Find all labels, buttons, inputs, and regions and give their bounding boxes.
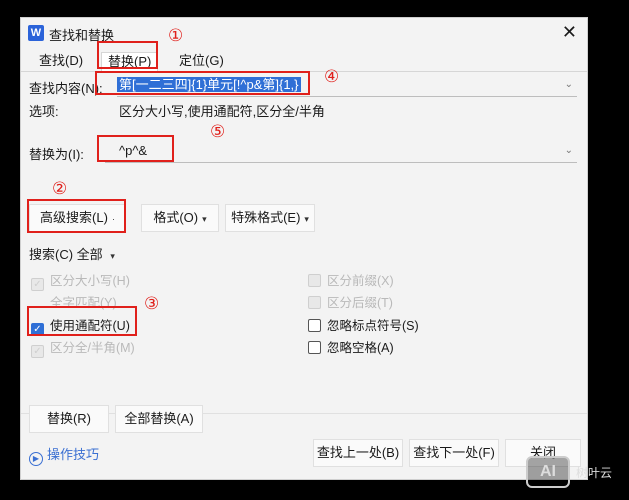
replace-input[interactable]: ^p^& ⌄ xyxy=(105,139,577,163)
ignore-punct-label: 忽略标点符号(S) xyxy=(327,319,419,333)
close-icon[interactable]: ✕ xyxy=(562,22,577,42)
search-scope[interactable]: 搜索(C) 全部 ▾ xyxy=(29,244,115,263)
find-next-button[interactable]: 查找下一处(F) xyxy=(409,439,499,467)
search-value: 全部 xyxy=(76,247,103,262)
annotation-number-1: ① xyxy=(168,26,184,45)
format-button[interactable]: 格式(O) ▾ xyxy=(141,204,219,232)
replace-all-button[interactable]: 全部替换(A) xyxy=(115,405,203,433)
find-label: 查找内容(N): xyxy=(29,81,103,96)
tips-link[interactable]: ▶ 操作技巧 xyxy=(29,444,99,466)
prefix-checkbox[interactable]: 区分前缀(X) xyxy=(308,270,394,289)
annotation-box-replace xyxy=(97,135,174,162)
ignore-space-checkbox[interactable]: 忽略空格(A) xyxy=(308,337,394,356)
caret-down-icon: ▾ xyxy=(304,214,309,224)
tab-goto[interactable]: 定位(G) xyxy=(173,52,230,72)
replace-button[interactable]: 替换(R) xyxy=(29,405,109,433)
play-circle-icon: ▶ xyxy=(29,452,43,466)
tips-label: 操作技巧 xyxy=(47,447,100,462)
match-case-checkbox[interactable]: ✓ 区分大小写(H) xyxy=(31,270,130,291)
annotation-number-3: ③ xyxy=(144,294,160,313)
full-half-checkbox[interactable]: ✓ 区分全/半角(M) xyxy=(31,337,135,358)
checkbox-box xyxy=(308,341,321,354)
watermark: AI 树叶云 xyxy=(526,454,626,490)
options-label: 选项: xyxy=(29,104,59,119)
match-case-label: 区分大小写(H) xyxy=(50,274,130,288)
replace-label: 替换为(I): xyxy=(29,147,84,162)
annotation-number-5: ⑤ xyxy=(210,122,226,141)
tab-find[interactable]: 查找(D) xyxy=(33,52,89,72)
checkbox-box: ✓ xyxy=(31,345,44,358)
checkbox-box xyxy=(308,296,321,309)
chevron-down-icon[interactable]: ⌄ xyxy=(565,73,573,97)
prefix-label: 区分前缀(X) xyxy=(327,274,394,288)
special-format-button[interactable]: 特殊格式(E) ▾ xyxy=(225,204,315,232)
annotation-box-tab xyxy=(97,41,158,69)
search-label: 搜索(C) xyxy=(29,247,74,262)
annotation-box-find xyxy=(95,71,310,95)
watermark-logo: AI xyxy=(526,456,570,488)
annotation-number-4: ④ xyxy=(324,67,340,86)
special-format-label: 特殊格式(E) xyxy=(231,210,301,225)
checkbox-box: ✓ xyxy=(31,278,44,291)
options-summary: 区分大小写,使用通配符,区分全/半角 xyxy=(119,104,325,119)
checkbox-box xyxy=(308,319,321,332)
chevron-down-icon[interactable]: ⌄ xyxy=(565,139,573,163)
caret-down-icon: ▾ xyxy=(202,214,207,224)
annotation-number-2: ② xyxy=(52,179,68,198)
annotation-box-wildcards xyxy=(27,306,137,336)
watermark-text: 树叶云 xyxy=(576,466,613,480)
ignore-space-label: 忽略空格(A) xyxy=(327,341,394,355)
suffix-label: 区分后缀(T) xyxy=(327,296,393,310)
wps-app-icon: W xyxy=(28,25,44,41)
caret-down-icon: ▾ xyxy=(110,251,115,261)
suffix-checkbox[interactable]: 区分后缀(T) xyxy=(308,292,393,311)
checkbox-box xyxy=(308,274,321,287)
full-half-label: 区分全/半角(M) xyxy=(50,341,135,355)
annotation-box-advanced xyxy=(27,199,126,233)
find-previous-button[interactable]: 查找上一处(B) xyxy=(313,439,403,467)
format-label: 格式(O) xyxy=(153,210,199,225)
ignore-punct-checkbox[interactable]: 忽略标点符号(S) xyxy=(308,315,419,334)
